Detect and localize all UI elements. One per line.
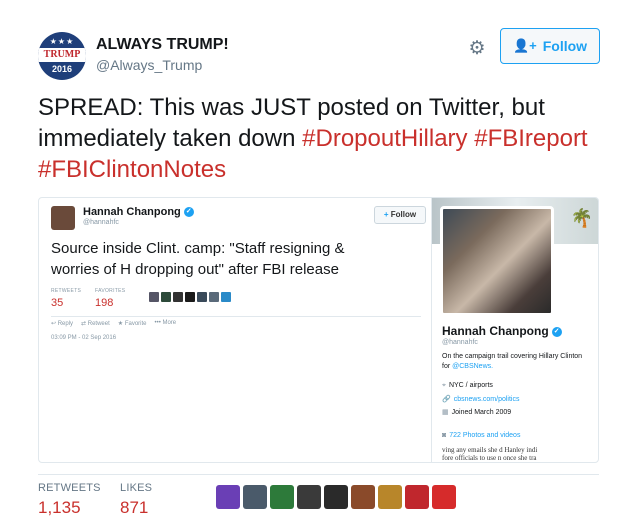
link-icon: 🔗	[442, 396, 451, 403]
mini-avatar	[197, 292, 207, 302]
mini-avatar	[149, 292, 159, 302]
profile-card: 🌴 Hannah Chanpong ✓ @hannahfc On the camp…	[431, 198, 598, 462]
profile-handle: @hannahfc	[442, 339, 478, 346]
embedded-timestamp: 03:09 PM - 02 Sep 2016	[51, 335, 117, 341]
avatar-text: TRUMP	[38, 48, 86, 62]
verified-icon: ✓	[551, 326, 562, 337]
author-name[interactable]: ALWAYS TRUMP!	[96, 36, 229, 54]
tweet-body: SPREAD: This was JUST posted on Twitter,…	[38, 94, 545, 152]
profile-photos-link: ◙ 722 Photos and videos	[442, 432, 520, 439]
embedded-text: Source inside Clint. camp: "Staff resign…	[51, 240, 345, 278]
embedded-favoriter-avatars	[149, 292, 231, 302]
mini-avatar	[221, 292, 231, 302]
profile-location: ⌖ NYC / airports	[442, 382, 493, 390]
overlay-text-line: ving any emails she d Hanley indi	[442, 446, 538, 454]
liker-avatar[interactable]	[405, 485, 429, 509]
liker-avatar[interactable]	[243, 485, 267, 509]
avatar-year: 2016	[51, 64, 73, 74]
verified-icon: ✓	[183, 207, 194, 218]
embedded-retweets-label: RETWEETS	[51, 288, 82, 294]
footer-divider	[38, 474, 599, 475]
liker-avatar[interactable]	[270, 485, 294, 509]
embedded-favorites: FAVORITES 198	[95, 288, 125, 309]
embedded-follow-button: + Follow	[374, 206, 426, 224]
embedded-retweets: RETWEETS 35	[51, 288, 81, 309]
embedded-favorites-label: FAVORITES	[95, 288, 126, 294]
profile-photo	[440, 206, 554, 316]
retweets-stat[interactable]: RETWEETS 1,135	[38, 482, 101, 518]
profile-bio-link: @CBSNews.	[452, 363, 494, 370]
add-user-icon: 👤+	[512, 38, 537, 53]
mini-avatar	[185, 292, 195, 302]
likes-count: 871	[120, 498, 149, 517]
embedded-follow-label: Follow	[390, 210, 417, 219]
gear-icon[interactable]: ⚙	[466, 38, 488, 60]
likes-label: LIKES	[120, 482, 153, 494]
camera-icon: ◙	[442, 432, 447, 439]
embedded-divider	[51, 316, 421, 317]
reply-action: ↩ Reply	[51, 321, 74, 327]
embedded-name: Hannah Chanpong ✓	[83, 206, 194, 218]
overlay-text-fragment: ving any emails she d Hanley indi fore o…	[442, 446, 592, 462]
tweet-text: SPREAD: This was JUST posted on Twitter,…	[38, 92, 598, 185]
embedded-tweet: Hannah Chanpong ✓ @hannahfc + Follow Sour…	[39, 198, 431, 462]
calendar-icon: ▦	[442, 409, 449, 416]
embedded-retweets-value: 35	[51, 297, 64, 309]
follow-label: Follow	[542, 38, 588, 54]
profile-location-text: NYC / airports	[448, 382, 493, 389]
embedded-avatar	[51, 206, 75, 230]
liker-avatar[interactable]	[297, 485, 321, 509]
mini-avatar	[209, 292, 219, 302]
embedded-favorites-value: 198	[95, 297, 114, 309]
embedded-actions: ↩ Reply ⇄ Retweet ★ Favorite ••• More	[51, 320, 176, 327]
overlay-text-line: fore officials to use n once she tra	[442, 454, 537, 462]
more-action: ••• More	[154, 320, 177, 326]
embedded-stats: RETWEETS 35 FAVORITES 198	[51, 288, 421, 312]
add-user-icon: +	[383, 210, 389, 219]
favorite-action: ★ Favorite	[117, 321, 147, 327]
more-label: More	[162, 320, 177, 326]
liker-avatar[interactable]	[432, 485, 456, 509]
retweets-label: RETWEETS	[38, 482, 101, 494]
retweet-label: Retweet	[87, 321, 110, 327]
retweet-action: ⇄ Retweet	[81, 321, 110, 327]
follow-button[interactable]: 👤+ Follow	[500, 28, 600, 64]
mini-avatar	[161, 292, 171, 302]
location-pin-icon: ⌖	[442, 382, 446, 389]
mini-avatar	[173, 292, 183, 302]
tweet-header: ★★★ TRUMP 2016 ALWAYS TRUMP! @Always_Tru…	[38, 28, 600, 80]
embedded-handle: @hannahfc	[83, 219, 119, 226]
author-handle[interactable]: @Always_Trump	[96, 57, 202, 73]
profile-photos-text: 722 Photos and videos	[449, 432, 521, 439]
profile-name-text: Hannah Chanpong	[442, 324, 549, 338]
hashtag-link[interactable]: #DropoutHillary	[302, 125, 467, 152]
palm-tree-icon: 🌴	[570, 208, 593, 228]
liker-avatar[interactable]	[378, 485, 402, 509]
favorite-label: Favorite	[124, 321, 147, 327]
reply-label: Reply	[57, 321, 74, 327]
liker-avatar[interactable]	[324, 485, 348, 509]
embedded-screenshot[interactable]: Hannah Chanpong ✓ @hannahfc + Follow Sour…	[38, 197, 599, 463]
liker-avatar[interactable]	[351, 485, 375, 509]
retweets-count: 1,135	[38, 498, 81, 517]
liker-avatar[interactable]	[216, 485, 240, 509]
embedded-name-text: Hannah Chanpong	[83, 206, 181, 218]
profile-name: Hannah Chanpong ✓	[442, 324, 562, 338]
hashtag-link[interactable]: #FBIreport	[474, 125, 587, 152]
hashtag-link[interactable]: #FBIClintonNotes	[38, 156, 226, 183]
profile-bio: On the campaign trail covering Hillary C…	[442, 352, 592, 372]
avatar-stars: ★★★	[49, 37, 75, 46]
liker-avatars	[216, 485, 456, 509]
profile-joined-text: Joined March 2009	[451, 409, 512, 416]
profile-website-text: cbsnews.com/politics	[453, 396, 520, 403]
profile-joined: ▦ Joined March 2009	[442, 408, 511, 416]
likes-stat[interactable]: LIKES 871	[120, 482, 152, 518]
profile-website: 🔗 cbsnews.com/politics	[442, 395, 519, 403]
author-avatar[interactable]: ★★★ TRUMP 2016	[38, 32, 86, 80]
